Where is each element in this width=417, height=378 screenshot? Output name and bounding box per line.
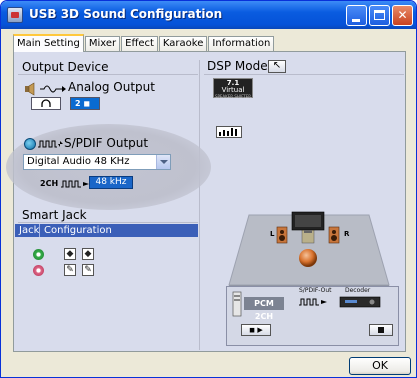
stop-test-button[interactable]: [369, 324, 393, 336]
analog-output-label: Analog Output: [68, 80, 155, 94]
maximize-button[interactable]: [369, 5, 390, 26]
tab-bar: Main Setting Mixer Effect Karaoke Inform…: [13, 34, 275, 52]
ok-button[interactable]: OK: [349, 357, 411, 375]
spdif-radio-icon[interactable]: [24, 138, 36, 150]
equalizer-icon: [219, 128, 237, 136]
decoder-device-icon: [339, 296, 381, 308]
dsp-mode-title: DSP Mode: [207, 59, 268, 73]
pc-tower-icon: [232, 291, 242, 317]
app-window: USB 3D Sound Configuration ✕ Main Settin…: [0, 0, 417, 378]
equalizer-button[interactable]: [216, 126, 242, 138]
front-right-speaker-icon: [328, 226, 340, 244]
jack-config-mic-icon[interactable]: ✎: [64, 264, 76, 276]
pcm-format-badge: PCM 2CH: [244, 297, 284, 321]
tab-effect[interactable]: Effect: [121, 36, 158, 52]
tab-main-setting[interactable]: Main Setting: [13, 34, 84, 52]
smart-jack-header: Jack Configuration: [15, 224, 198, 237]
pink-jack-icon: [33, 265, 44, 276]
tab-mixer[interactable]: Mixer: [84, 36, 121, 52]
smart-jack-title: Smart Jack: [22, 208, 87, 222]
configuration-column-header: Configuration: [44, 225, 112, 236]
spdif-out-pulse-icon: [299, 298, 327, 306]
spdif-format-value: Digital Audio 48 KHz: [27, 156, 130, 167]
speaker-button[interactable]: 2 ◼︎: [70, 97, 100, 110]
jack-config-headphone-icon[interactable]: ◆: [82, 248, 94, 260]
spdif-output-label: S/PDIF Output: [64, 136, 149, 150]
jack-config-linein-icon[interactable]: ✎: [82, 264, 94, 276]
play-test-button[interactable]: ◼︎ ▶: [241, 324, 271, 336]
dsp-toggle-button[interactable]: ↖: [268, 60, 286, 73]
main-setting-panel: Output Device Analog Output 2 ◼︎ S/PDIF …: [6, 51, 406, 352]
output-device-divider: [18, 74, 198, 75]
left-channel-label: L: [270, 230, 275, 238]
smart-jack-divider: [18, 222, 198, 223]
minimize-button[interactable]: [346, 5, 367, 26]
speaker-2ch-icon: 2 ◼︎: [75, 99, 90, 108]
tab-information[interactable]: Information: [208, 36, 275, 52]
front-left-speaker-icon: [276, 226, 288, 244]
sample-rate-display: 48 kHz: [89, 176, 133, 189]
listener-position-icon: [299, 249, 317, 267]
dsp-divider: [204, 74, 404, 75]
green-jack-icon: [33, 249, 44, 260]
analog-wave-icon: [40, 85, 66, 93]
room-visualization: L R: [228, 211, 390, 298]
monitor-icon: [291, 211, 325, 233]
app-icon: [7, 7, 23, 23]
close-button[interactable]: ✕: [392, 5, 413, 26]
header-separator: [39, 224, 40, 237]
virtual-7-1-button[interactable]: 7.1 Virtual SPEAKER SHIFTER: [213, 78, 253, 99]
headphone-icon: [41, 99, 51, 107]
output-chain-panel: PCM 2CH S/PDIF-Out Decoder ◼︎ ▶: [226, 286, 399, 346]
headphone-button[interactable]: [31, 97, 61, 110]
title-bar[interactable]: USB 3D Sound Configuration ✕: [1, 1, 416, 29]
jack-config-speaker-icon[interactable]: ◆: [64, 248, 76, 260]
channel-label: 2CH: [40, 179, 93, 188]
chevron-down-icon[interactable]: [156, 155, 170, 169]
decoder-label: Decoder: [345, 287, 371, 294]
window-title: USB 3D Sound Configuration: [29, 7, 223, 21]
spdif-format-select[interactable]: Digital Audio 48 KHz: [23, 154, 171, 170]
spdif-out-label: S/PDIF-Out: [299, 287, 332, 294]
right-channel-label: R: [344, 230, 350, 238]
spdif-pulse-icon: [38, 140, 63, 148]
tab-karaoke[interactable]: Karaoke: [158, 36, 208, 52]
speaker-icon: [25, 82, 35, 96]
jack-column-header: Jack: [19, 225, 40, 236]
panel-divider: [199, 60, 200, 350]
output-device-title: Output Device: [22, 60, 109, 74]
